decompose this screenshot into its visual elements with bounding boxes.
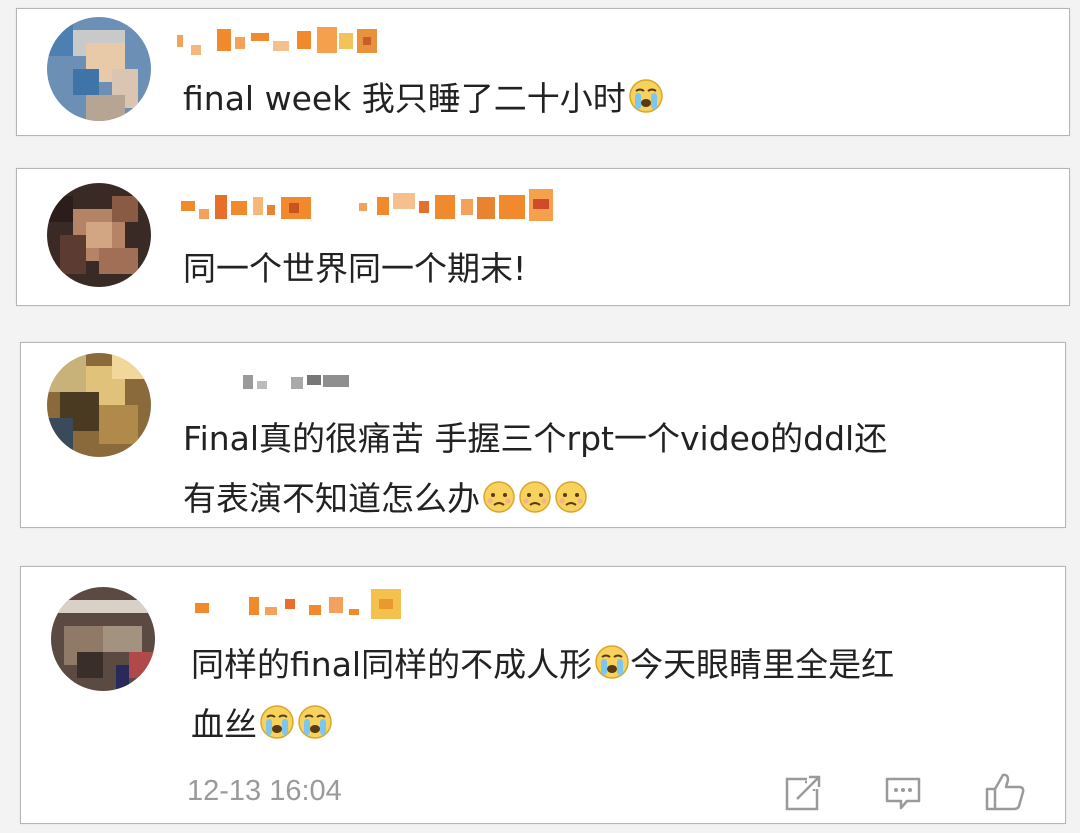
comment-text-line-2: 血丝 bbox=[191, 695, 333, 755]
comment-text-line-2: 有表演不知道怎么办 bbox=[183, 469, 588, 529]
username-redacted[interactable] bbox=[243, 369, 363, 405]
crying-face-icon bbox=[628, 78, 664, 114]
comment-timestamp: 12-13 16:04 bbox=[187, 775, 342, 807]
avatar[interactable] bbox=[51, 587, 155, 691]
comment-text-line-1: Final真的很痛苦 手握三个rpt一个video的ddl还 bbox=[183, 419, 888, 458]
comment-icon[interactable] bbox=[883, 773, 923, 813]
worried-face-icon bbox=[518, 480, 552, 514]
worried-face-icon bbox=[554, 480, 588, 514]
comment-card-4: 同样的final同样的不成人形 今天眼睛里全是红 血丝 12-13 16:04 bbox=[20, 566, 1066, 824]
comment-text: 同一个世界同一个期末! bbox=[183, 249, 527, 288]
repost-icon[interactable] bbox=[783, 773, 823, 813]
username-redacted[interactable] bbox=[189, 585, 409, 621]
worried-face-icon bbox=[482, 480, 516, 514]
avatar[interactable] bbox=[47, 353, 151, 457]
comment-text-line-1: 同样的final同样的不成人形 今天眼睛里全是红 bbox=[191, 644, 895, 684]
crying-face-icon bbox=[594, 644, 630, 680]
comment-text: final week 我只睡了二十小时 bbox=[183, 69, 664, 129]
comment-card-3: Final真的很痛苦 手握三个rpt一个video的ddl还 有表演不知道怎么办 bbox=[20, 342, 1066, 528]
like-icon[interactable] bbox=[983, 771, 1025, 811]
comment-card-1: final week 我只睡了二十小时 bbox=[16, 8, 1070, 136]
username-redacted[interactable] bbox=[177, 23, 397, 59]
avatar[interactable] bbox=[47, 17, 151, 121]
username-redacted[interactable] bbox=[181, 187, 601, 223]
avatar[interactable] bbox=[47, 183, 151, 287]
comment-card-2: 同一个世界同一个期末! bbox=[16, 168, 1070, 306]
crying-face-icon bbox=[259, 704, 295, 740]
crying-face-icon bbox=[297, 704, 333, 740]
